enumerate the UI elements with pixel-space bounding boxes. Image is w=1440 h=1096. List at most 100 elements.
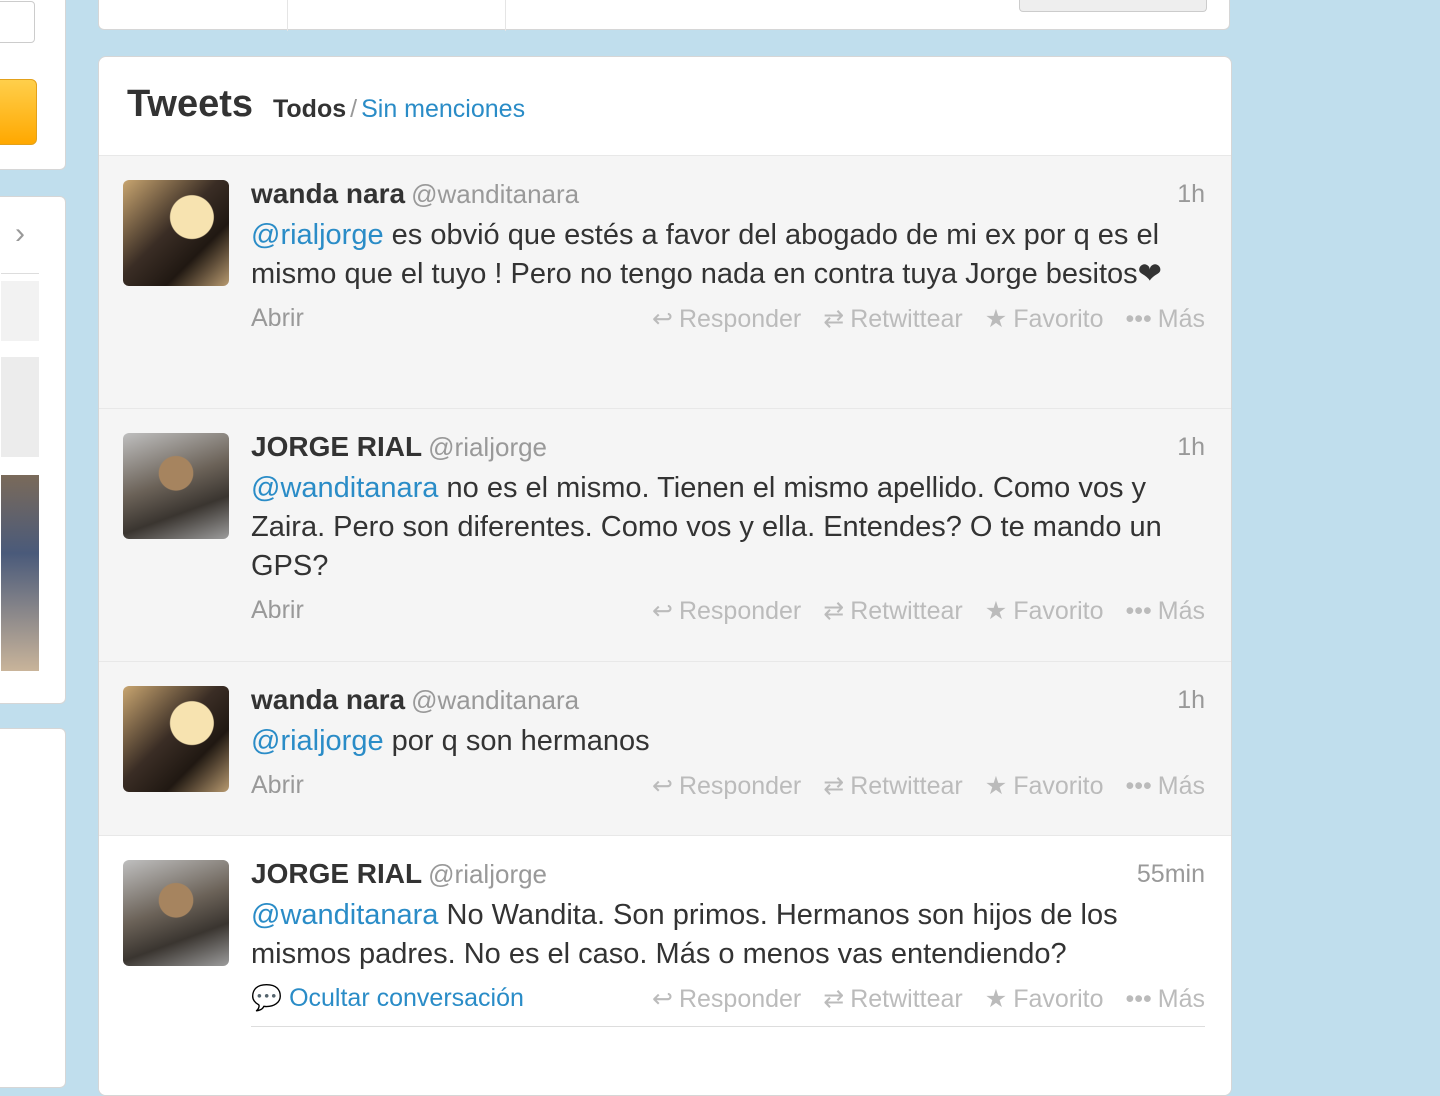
tweet-button[interactable] bbox=[0, 79, 37, 145]
tweet-item[interactable]: JORGE RIAL @rialjorge 55min @wanditanara … bbox=[99, 836, 1231, 1095]
reply-button[interactable]: ↩ Responder bbox=[652, 771, 801, 801]
tweet-timestamp[interactable]: 1h bbox=[1177, 180, 1205, 209]
more-label: Más bbox=[1157, 985, 1205, 1013]
retweet-icon: ⇄ bbox=[823, 305, 845, 333]
retweet-icon: ⇄ bbox=[823, 985, 845, 1013]
tweet-author-name[interactable]: JORGE RIAL bbox=[251, 431, 422, 462]
left-profile-card bbox=[0, 0, 66, 170]
reply-label: Responder bbox=[678, 772, 802, 800]
reply-button[interactable]: ↩ Responder bbox=[652, 596, 801, 626]
tweet-author-handle[interactable]: @rialjorge bbox=[428, 859, 547, 889]
media-thumbnail[interactable] bbox=[1, 281, 39, 341]
favorite-button[interactable]: ★ Favorito bbox=[985, 596, 1104, 626]
tweet-body: es obvió que estés a favor del abogado d… bbox=[251, 219, 1162, 290]
divider bbox=[287, 0, 288, 31]
ellipsis-icon: ••• bbox=[1125, 597, 1152, 625]
tweet-filter: Todos / Sin menciones bbox=[273, 95, 525, 124]
more-button[interactable]: ••• Más bbox=[1126, 597, 1206, 626]
retweet-label: Retwittear bbox=[850, 985, 963, 1013]
ellipsis-icon: ••• bbox=[1125, 772, 1152, 800]
media-thumbnail[interactable] bbox=[1, 357, 39, 457]
tweet-author-handle[interactable]: @wanditanara bbox=[411, 179, 579, 209]
retweet-button[interactable]: ⇄ Retwittear bbox=[823, 771, 963, 801]
reply-arrow-icon: ↩ bbox=[652, 305, 673, 333]
tweet-author-name[interactable]: wanda nara bbox=[251, 178, 405, 209]
left-card-bottom bbox=[0, 728, 66, 1088]
follow-button[interactable] bbox=[1019, 0, 1207, 12]
tweet-item[interactable]: JORGE RIAL @rialjorge 1h @wanditanara no … bbox=[99, 409, 1231, 662]
profile-stats-card bbox=[98, 0, 1230, 31]
mention-link[interactable]: @rialjorge bbox=[251, 219, 384, 251]
tweet-actions: ↩ Responder ⇄ Retwittear ★ Favorito ••• Más bbox=[630, 771, 1205, 801]
tweet-timestamp[interactable]: 55min bbox=[1137, 860, 1205, 889]
favorite-label: Favorito bbox=[1013, 597, 1104, 625]
favorite-button[interactable]: ★ Favorito bbox=[985, 771, 1104, 801]
mention-link[interactable]: @wanditanara bbox=[251, 899, 438, 931]
more-label: Más bbox=[1157, 305, 1205, 333]
reply-arrow-icon: ↩ bbox=[652, 985, 673, 1013]
retweet-button[interactable]: ⇄ Retwittear bbox=[823, 984, 963, 1014]
tweet-actions: ↩ Responder ⇄ Retwittear ★ Favorito ••• Más bbox=[630, 596, 1205, 626]
conversation-divider bbox=[251, 1026, 1205, 1027]
tweet-author-name[interactable]: wanda nara bbox=[251, 684, 405, 715]
star-icon: ★ bbox=[984, 772, 1008, 800]
tweet-timestamp[interactable]: 1h bbox=[1177, 686, 1205, 715]
more-button[interactable]: ••• Más bbox=[1126, 305, 1206, 334]
left-media-card: › bbox=[0, 196, 66, 704]
mention-link[interactable]: @wanditanara bbox=[251, 472, 438, 504]
tweet-text: @rialjorge por q son hermanos bbox=[251, 722, 1205, 761]
divider bbox=[1, 273, 39, 274]
favorite-button[interactable]: ★ Favorito bbox=[985, 984, 1104, 1014]
reply-arrow-icon: ↩ bbox=[652, 772, 673, 800]
stream-header: Tweets Todos / Sin menciones bbox=[99, 57, 1231, 156]
avatar[interactable] bbox=[123, 860, 229, 966]
favorite-button[interactable]: ★ Favorito bbox=[985, 304, 1104, 334]
tweet-author-handle[interactable]: @rialjorge bbox=[428, 432, 547, 462]
expand-tweet-link[interactable]: Abrir bbox=[251, 771, 304, 800]
more-button[interactable]: ••• Más bbox=[1126, 985, 1206, 1014]
more-label: Más bbox=[1157, 772, 1205, 800]
media-thumbnail[interactable] bbox=[1, 475, 39, 671]
tweet-author-handle[interactable]: @wanditanara bbox=[411, 685, 579, 715]
avatar[interactable] bbox=[123, 433, 229, 539]
tweet-text: @rialjorge es obvió que estés a favor de… bbox=[251, 216, 1205, 294]
tweet-author-name[interactable]: JORGE RIAL bbox=[251, 858, 422, 889]
tweet-text: @wanditanara no es el mismo. Tienen el m… bbox=[251, 469, 1205, 586]
divider bbox=[505, 0, 506, 31]
retweet-label: Retwittear bbox=[850, 597, 963, 625]
hide-conversation-link[interactable]: 💬 Ocultar conversación bbox=[251, 984, 524, 1013]
reply-button[interactable]: ↩ Responder bbox=[652, 984, 801, 1014]
star-icon: ★ bbox=[984, 597, 1008, 625]
retweet-label: Retwittear bbox=[850, 305, 963, 333]
speech-bubble-icon: 💬 bbox=[251, 984, 290, 1012]
avatar[interactable] bbox=[123, 686, 229, 792]
tweet-item[interactable]: wanda nara @wanditanara 1h @rialjorge es … bbox=[99, 156, 1231, 409]
retweet-button[interactable]: ⇄ Retwittear bbox=[823, 304, 963, 334]
filter-separator: / bbox=[350, 95, 358, 123]
reply-arrow-icon: ↩ bbox=[652, 597, 673, 625]
expand-tweet-link[interactable]: Abrir bbox=[251, 596, 304, 625]
tweet-timestamp[interactable]: 1h bbox=[1177, 433, 1205, 462]
star-icon: ★ bbox=[984, 985, 1008, 1013]
retweet-icon: ⇄ bbox=[823, 597, 845, 625]
tweet-stream: Tweets Todos / Sin menciones wanda nara @wa… bbox=[98, 56, 1232, 1096]
more-button[interactable]: ••• Más bbox=[1126, 772, 1206, 801]
retweet-label: Retwittear bbox=[850, 772, 963, 800]
compose-input[interactable] bbox=[0, 1, 35, 43]
reply-button[interactable]: ↩ Responder bbox=[652, 304, 801, 334]
tweet-body: por q son hermanos bbox=[383, 725, 650, 757]
retweet-button[interactable]: ⇄ Retwittear bbox=[823, 596, 963, 626]
favorite-label: Favorito bbox=[1013, 772, 1104, 800]
tweet-text: @wanditanara No Wandita. Son primos. Her… bbox=[251, 896, 1205, 974]
retweet-icon: ⇄ bbox=[823, 772, 845, 800]
hide-conversation-label: Ocultar conversación bbox=[289, 984, 524, 1012]
filter-sin-menciones-link[interactable]: Sin menciones bbox=[361, 95, 525, 123]
filter-todos: Todos bbox=[273, 95, 347, 123]
favorite-label: Favorito bbox=[1013, 985, 1104, 1013]
avatar[interactable] bbox=[123, 180, 229, 286]
tweet-item[interactable]: wanda nara @wanditanara 1h @rialjorge por… bbox=[99, 662, 1231, 836]
chevron-right-icon[interactable]: › bbox=[15, 217, 25, 251]
mention-link[interactable]: @rialjorge bbox=[251, 725, 384, 757]
stream-title: Tweets bbox=[127, 83, 254, 125]
expand-tweet-link[interactable]: Abrir bbox=[251, 304, 304, 333]
